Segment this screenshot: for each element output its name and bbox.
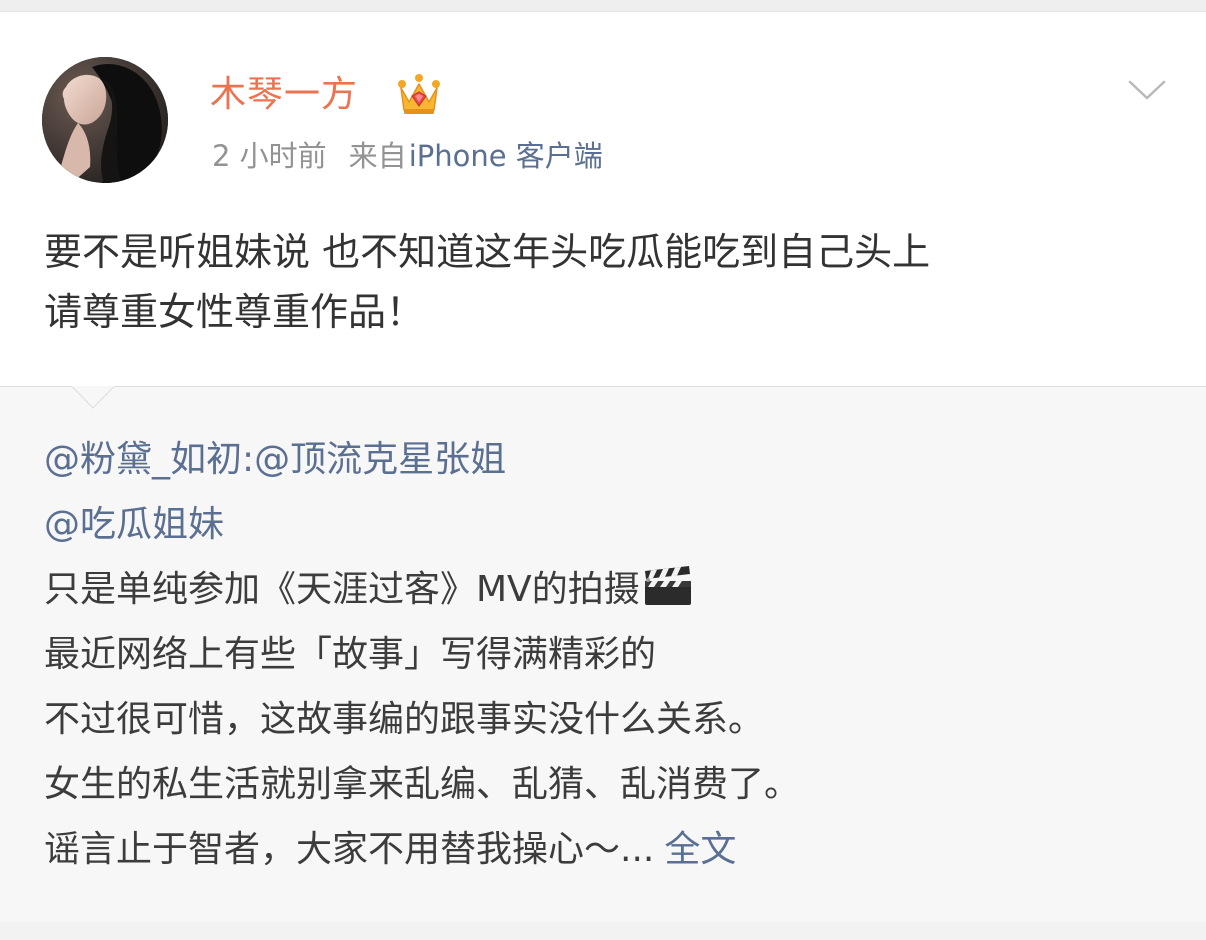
chevron-down-icon[interactable] [1126,68,1168,110]
repost-mention-line: @粉黛_如初:@顶流克星张姐 [44,427,1184,492]
repost-line: 谣言止于智者，大家不用替我操心～... 全文 [44,817,1184,882]
post-line: 请尊重女性尊重作品！ [44,290,425,334]
repost-line: 不过很可惜，这故事编的跟事实没什么关系。 [44,699,765,740]
repost-body: @粉黛_如初:@顶流克星张姐 @吃瓜姐妹 只是单纯参加《天涯过客》MV的拍摄 最… [44,427,1184,882]
from-label: 来自 [348,139,407,173]
repost-line: 女生的私生活就别拿来乱编、乱猜、乱消费了。 [44,764,801,805]
post-line: 要不是听姐妹说 也不知道这年头吃瓜能吃到自己头上 [44,230,931,274]
crown-badge-icon [398,74,440,114]
clapperboard-emoji-icon [644,566,691,605]
repost-line-text: 谣言止于智者，大家不用替我操心～... [44,829,655,870]
repost-mention-line: @吃瓜姐妹 [44,492,1184,557]
repost-line: 只是单纯参加《天涯过客》MV的拍摄 [44,557,1184,622]
mention-separator: : [242,439,255,480]
repost-pointer-notch [72,386,114,409]
full-text-link[interactable]: 全文 [664,829,736,870]
mention-link[interactable]: @顶流克星张姐 [254,439,506,480]
avatar-image [42,57,168,183]
reposted-content[interactable]: @粉黛_如初:@顶流克星张姐 @吃瓜姐妹 只是单纯参加《天涯过客》MV的拍摄 最… [0,387,1206,922]
post-body: 要不是听姐妹说 也不知道这年头吃瓜能吃到自己头上 请尊重女性尊重作品！ [44,222,1184,342]
post-meta: 2 小时前 来自iPhone 客户端 [212,136,603,176]
repost-line-text: 只是单纯参加《天涯过客》MV的拍摄 [44,569,640,610]
repost-line: 最近网络上有些「故事」写得满精彩的 [44,634,657,675]
post-time: 2 小时前 [212,139,327,173]
top-separator-bar [0,0,1206,12]
weibo-post-card: 木琴一方 2 小时前 来自iPhone 客户端 要不是听姐妹说 也不知道这年头吃瓜… [0,12,1206,387]
username[interactable]: 木琴一方 [210,70,358,120]
mention-link[interactable]: @吃瓜姐妹 [44,504,224,545]
mention-link[interactable]: @粉黛_如初 [44,439,242,480]
post-source-link[interactable]: iPhone 客户端 [409,139,603,173]
avatar[interactable] [42,57,168,183]
bottom-separator-bar [0,922,1206,940]
